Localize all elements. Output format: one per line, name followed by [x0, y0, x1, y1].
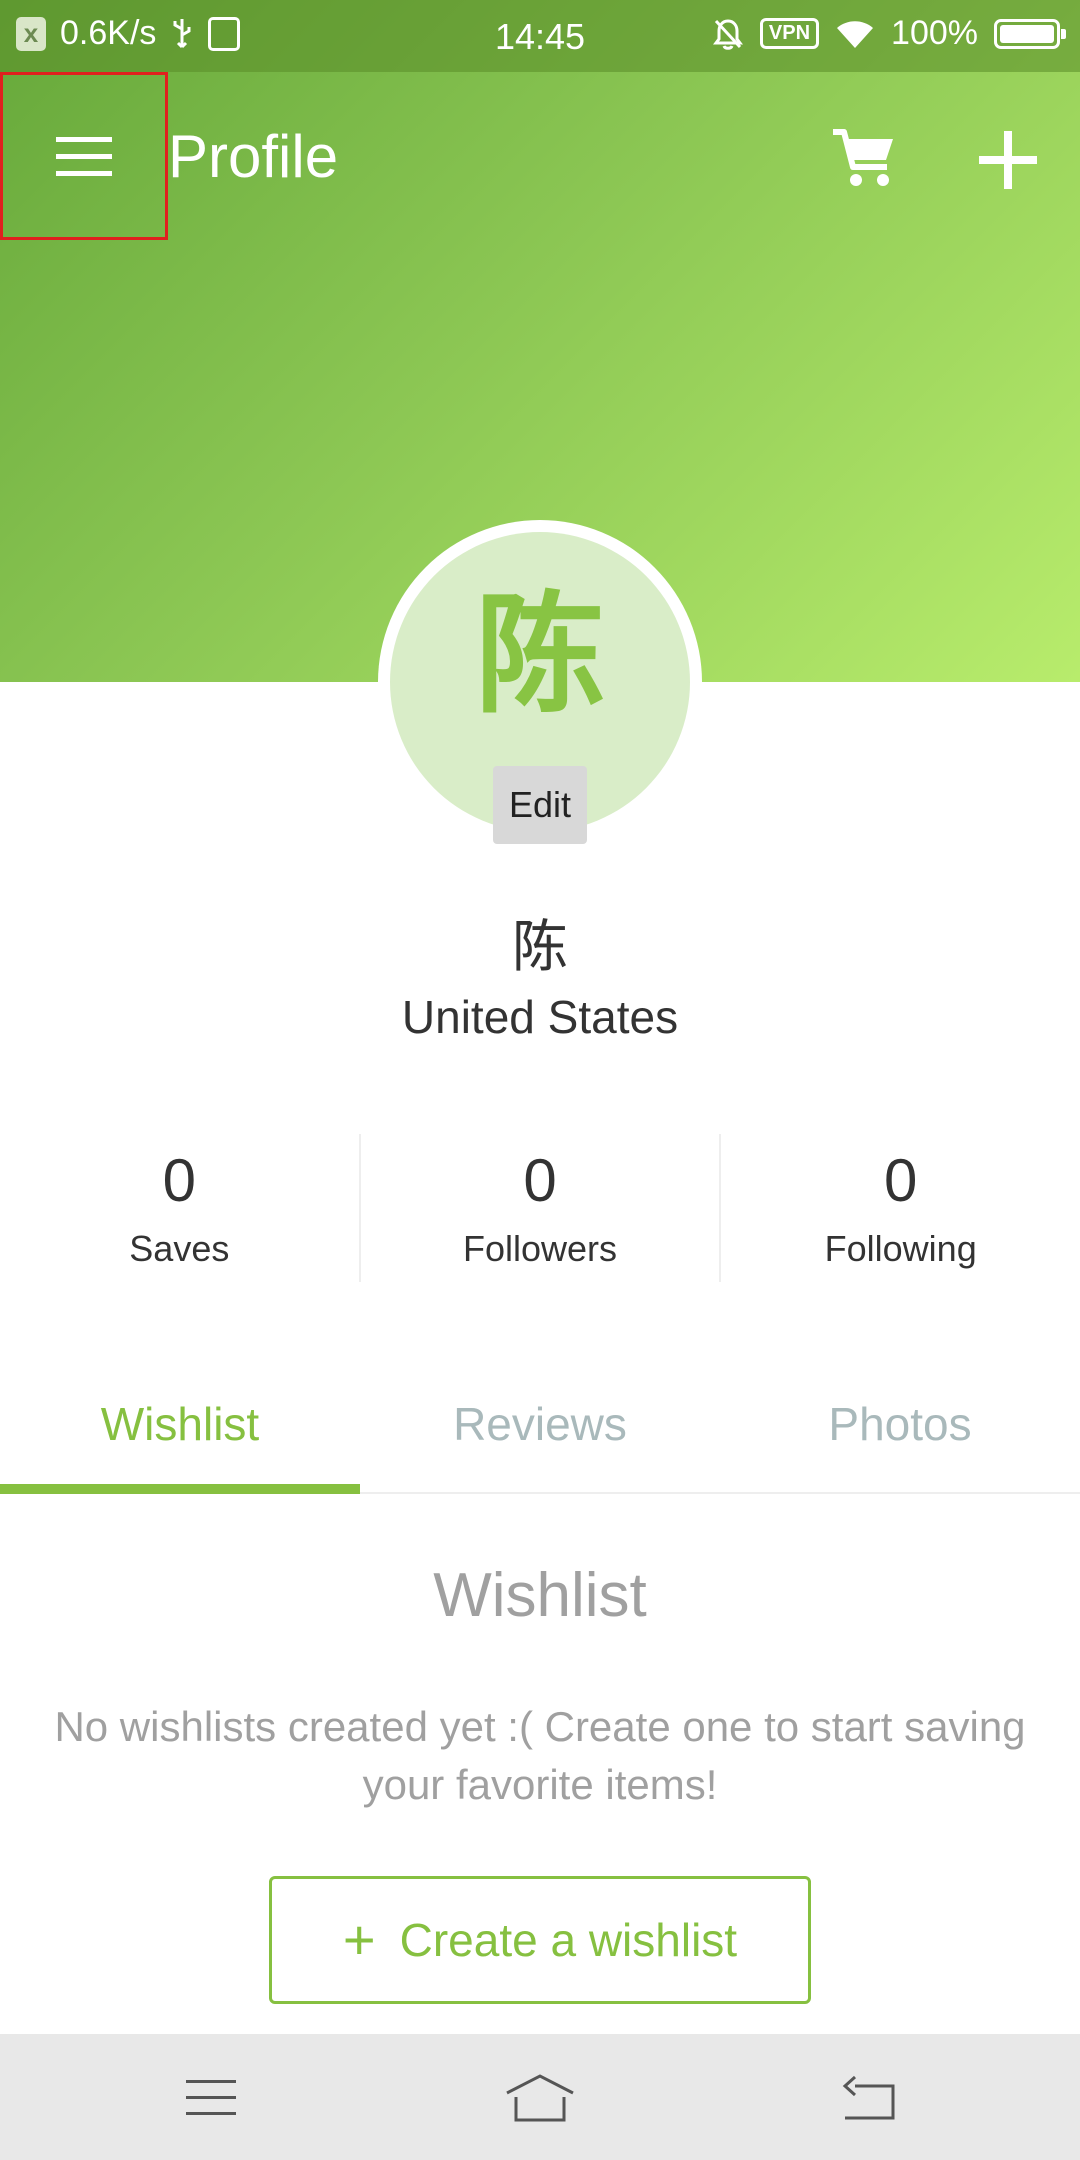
user-name: 陈	[512, 915, 568, 980]
status-bar: x 0.6K/s 14:45 VPN 100%	[0, 0, 1080, 72]
bell-off-icon	[712, 18, 743, 50]
create-wishlist-button[interactable]: + Create a wishlist	[269, 1876, 811, 2004]
plus-icon: +	[342, 1908, 376, 1971]
stat-label: Followers	[462, 1228, 618, 1269]
stat-label: Saves	[129, 1228, 230, 1269]
battery-icon	[994, 18, 1066, 49]
user-country: United States	[401, 991, 679, 1043]
back-icon	[842, 2075, 895, 2120]
nav-back-button[interactable]	[829, 2058, 909, 2138]
stat-value: 0	[883, 1147, 918, 1214]
profile-screen: x 0.6K/s 14:45 VPN 100% Profile 陈 Edit 陈…	[0, 0, 1080, 2160]
status-bar-right: VPN 100%	[712, 14, 1066, 53]
plus-icon	[979, 131, 1037, 189]
tab-wishlist[interactable]: Wishlist	[0, 1374, 360, 1494]
menu-icon	[186, 2080, 236, 2115]
profile-tabs: Wishlist Reviews Photos	[0, 1374, 1080, 1494]
nav-menu-button[interactable]	[171, 2058, 251, 2138]
stat-following[interactable]: 0 Following	[719, 1134, 1080, 1282]
stat-value: 0	[162, 1147, 197, 1214]
wishlist-empty-message: No wishlists created yet :( Create one t…	[54, 1703, 1026, 1808]
stat-saves[interactable]: 0 Saves	[0, 1134, 359, 1282]
avatar-initial: 陈	[474, 579, 605, 731]
battery-percent: 100%	[891, 14, 978, 52]
page-title: Profile	[168, 123, 339, 190]
stat-followers[interactable]: 0 Followers	[358, 1134, 720, 1282]
add-button[interactable]	[966, 118, 1050, 202]
stat-value: 0	[523, 1147, 557, 1214]
vpn-icon: VPN	[759, 18, 820, 49]
shopping-cart-icon	[833, 129, 893, 186]
wishlist-section-title: Wishlist	[433, 1561, 647, 1630]
home-icon	[506, 2074, 574, 2122]
nav-home-button[interactable]	[500, 2058, 580, 2138]
tab-reviews[interactable]: Reviews	[360, 1374, 720, 1492]
cart-button[interactable]	[824, 118, 904, 198]
menu-button[interactable]	[0, 72, 168, 240]
wifi-icon	[837, 20, 874, 48]
profile-stats: 0 Saves 0 Followers 0 Following	[0, 1134, 1080, 1282]
edit-avatar-button[interactable]: Edit	[493, 766, 587, 844]
tab-photos[interactable]: Photos	[720, 1374, 1080, 1492]
create-wishlist-label: Create a wishlist	[399, 1914, 738, 1966]
system-nav-bar	[0, 2034, 1080, 2160]
hamburger-menu-icon	[56, 137, 112, 176]
stat-label: Following	[824, 1228, 977, 1269]
